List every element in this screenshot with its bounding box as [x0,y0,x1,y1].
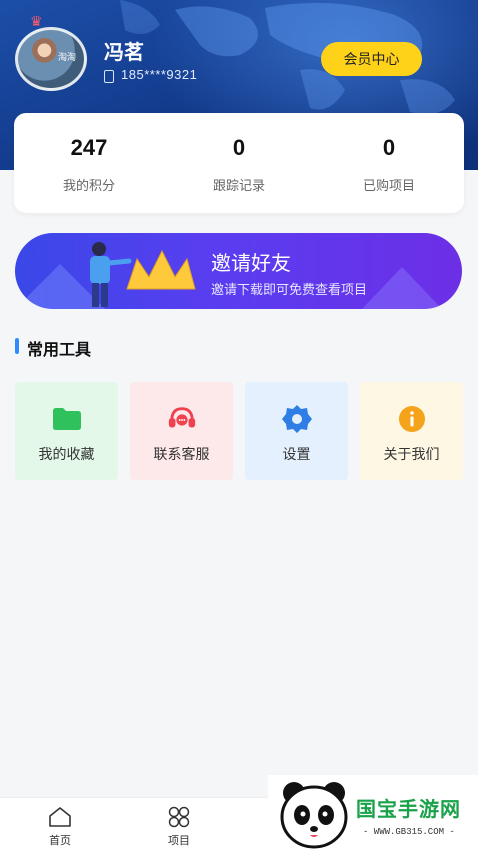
headset-icon [167,406,197,432]
section-accent-bar [15,338,19,354]
phone-number: 185****9321 [121,67,198,82]
stat-purchased[interactable]: 0 已购项目 [314,113,464,213]
tool-label: 设置 [282,447,311,463]
tool-settings[interactable]: 设置 [245,382,348,480]
mountain-decoration [362,267,442,309]
tool-favorites[interactable]: 我的收藏 [15,382,118,480]
gear-icon [281,405,312,433]
stat-points[interactable]: 247 我的积分 [14,113,164,213]
tab-label: 项目 [168,834,190,847]
stat-value: 247 [70,135,108,160]
panda-icon [280,782,348,849]
vip-center-button[interactable]: 会员中心 [321,42,422,76]
username: 冯茗 [104,40,144,64]
section-title: 常用工具 [27,340,92,359]
crown-icon: ♛ [30,14,43,30]
avatar-decoration: 淘淘 [57,53,76,63]
phone-icon [104,70,114,83]
watermark-logo: 国宝手游网 - WWW.GB315.COM - [268,775,478,850]
folder-icon [52,406,82,432]
avatar[interactable]: 淘淘 [15,27,87,91]
tool-label: 关于我们 [383,447,440,463]
tab-projects[interactable]: 项目 [149,806,209,848]
watermark-url: - WWW.GB315.COM - [363,827,455,837]
watermark-brand: 国宝手游网 [356,797,461,821]
tab-label: 首页 [49,834,71,847]
grid-icon [168,806,190,828]
tool-label: 我的收藏 [38,447,95,463]
person-with-crown-illustration [90,242,196,307]
stat-value: 0 [232,135,246,160]
tool-customer-service[interactable]: 联系客服 [130,382,233,480]
tool-label: 联系客服 [153,447,210,463]
invite-friends-banner[interactable]: 邀请好友 邀请下载即可免费查看项目 [15,233,462,309]
stat-label: 我的积分 [62,179,115,194]
stat-label: 已购项目 [362,179,415,194]
tool-about-us[interactable]: 关于我们 [360,382,463,480]
stats-card: 247 我的积分 0 跟踪记录 0 已购项目 [14,113,464,213]
invite-title: 邀请好友 [211,251,291,275]
tab-home[interactable]: 首页 [30,806,90,848]
info-icon [397,406,427,432]
home-icon [49,807,71,827]
invite-subtitle: 邀请下载即可免费查看项目 [211,283,368,298]
stat-tracking[interactable]: 0 跟踪记录 [164,113,314,213]
stat-value: 0 [382,135,396,160]
stat-label: 跟踪记录 [212,179,265,194]
